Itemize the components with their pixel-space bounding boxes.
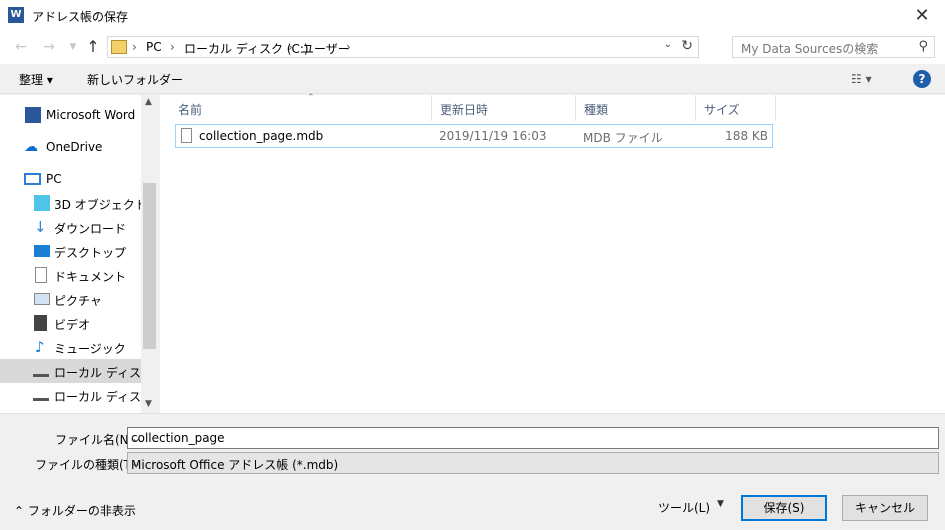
file-size: 188 KB [725, 129, 768, 143]
pc-icon [24, 173, 41, 185]
column-header-type[interactable]: 種類 [576, 95, 696, 121]
window-title: アドレス帳の保存 [32, 10, 129, 24]
nav-item-label: ローカル ディスク (C [54, 366, 141, 380]
download-icon: ↓ [34, 218, 47, 236]
chevron-up-icon: ⌃ [14, 504, 28, 518]
nav-item-label: OneDrive [46, 140, 103, 154]
drive-icon [33, 389, 49, 401]
help-icon[interactable]: ? [913, 70, 931, 88]
breadcrumb-separator-icon: › [170, 40, 175, 54]
nav-item-microsoft-word[interactable]: Microsoft Word [0, 103, 141, 127]
navigation-bar: ← → ▼ ↑ › PC › ローカル ディスク (C:) › ユーザー › ⌄… [0, 31, 945, 64]
nav-item-onedrive[interactable]: ☁ OneDrive [0, 135, 141, 159]
3d-objects-icon [34, 195, 50, 211]
breadcrumb-separator-icon: › [346, 40, 351, 54]
onedrive-icon: ☁ [24, 139, 38, 155]
nav-item-music[interactable]: ♪ ミュージック [0, 335, 141, 359]
folder-location-icon [111, 40, 127, 54]
filename-input[interactable]: collection_page ⌄ [127, 427, 939, 449]
search-placeholder: My Data Sourcesの検索 [741, 42, 879, 56]
filetype-label: ファイルの種類(T): [35, 458, 140, 472]
videos-icon [34, 315, 47, 331]
scroll-up-icon[interactable]: ▲ [145, 97, 152, 107]
nav-item-label: デスクトップ [54, 246, 127, 260]
command-toolbar: 整理 ▾ 新しいフォルダー ☷ ▾ ? [0, 64, 945, 94]
breadcrumb-users[interactable]: ユーザー [302, 40, 350, 57]
new-folder-button[interactable]: 新しいフォルダー [87, 71, 183, 88]
file-date: 2019/11/19 16:03 [439, 129, 547, 143]
nav-item-pictures[interactable]: ピクチャ [0, 287, 141, 311]
nav-item-documents[interactable]: ドキュメント [0, 263, 141, 287]
back-arrow-icon[interactable]: ← [10, 37, 32, 57]
tools-button[interactable]: ツール(L) [658, 499, 710, 516]
word-icon [25, 107, 41, 123]
close-icon[interactable]: ✕ [899, 0, 945, 31]
column-header-label: サイズ [704, 103, 740, 117]
file-icon [181, 128, 192, 143]
breadcrumb-separator-icon: › [288, 40, 293, 54]
save-form: ファイル名(N): collection_page ⌄ ファイルの種類(T): … [0, 413, 945, 530]
cancel-button[interactable]: キャンセル [842, 495, 928, 521]
nav-item-local-disk-d[interactable]: ローカル ディスク (D [0, 383, 141, 407]
nav-item-label: ビデオ [54, 318, 91, 332]
column-header-size[interactable]: サイズ [696, 95, 776, 121]
drive-icon [33, 365, 49, 377]
hide-folders-toggle[interactable]: ⌃ フォルダーの非表示 [14, 502, 136, 519]
filename-label: ファイル名(N): [55, 433, 138, 447]
nav-item-label: ドキュメント [54, 270, 127, 284]
up-arrow-icon[interactable]: ↑ [82, 37, 104, 57]
nav-item-label: PC [46, 172, 62, 186]
file-name: collection_page.mdb [199, 129, 324, 143]
nav-item-videos[interactable]: ビデオ [0, 311, 141, 335]
filetype-dropdown-chevron-icon[interactable]: ⌄ [131, 456, 934, 470]
nav-item-pc[interactable]: PC [0, 167, 141, 191]
nav-item-local-disk-c[interactable]: ローカル ディスク (C [0, 359, 141, 383]
tools-dropdown-icon[interactable]: ▼ [717, 499, 724, 509]
nav-item-label: ミュージック [54, 342, 126, 356]
nav-item-label: ダウンロード [54, 222, 127, 236]
nav-item-downloads[interactable]: ↓ ダウンロード [0, 215, 141, 239]
scrollbar-thumb[interactable] [143, 183, 156, 349]
column-header-date[interactable]: 更新日時 [432, 95, 576, 121]
music-icon: ♪ [35, 338, 45, 356]
search-box[interactable]: My Data Sourcesの検索 ⚲ [732, 36, 935, 58]
nav-item-desktop[interactable]: デスクトップ [0, 239, 141, 263]
file-type: MDB ファイル [583, 131, 663, 145]
breadcrumb-pc[interactable]: PC [146, 40, 162, 54]
column-header-label: 更新日時 [440, 103, 489, 117]
address-bar[interactable]: › PC › ローカル ディスク (C:) › ユーザー › ⌄ ↻ [107, 36, 699, 58]
nav-item-3d-objects[interactable]: 3D オブジェクト [0, 191, 141, 215]
nav-item-label: Microsoft Word [46, 108, 136, 122]
column-header-label: 種類 [584, 103, 609, 117]
hide-folders-label: フォルダーの非表示 [27, 504, 136, 518]
organize-button[interactable]: 整理 ▾ [19, 71, 53, 88]
view-options-icon[interactable]: ☷ ▾ [851, 72, 872, 86]
nav-item-label: 3D オブジェクト [54, 198, 141, 212]
nav-item-label: ピクチャ [54, 294, 102, 308]
word-icon: W [8, 7, 24, 23]
column-header-label: 名前 [178, 103, 203, 117]
save-button[interactable]: 保存(S) [741, 495, 827, 521]
sort-ascending-icon: ⌃ [307, 93, 315, 103]
pictures-icon [34, 293, 50, 305]
title-bar: W アドレス帳の保存 ✕ [0, 0, 945, 31]
column-header-name[interactable]: 名前 ⌃ [170, 93, 432, 121]
file-list: 名前 ⌃ 更新日時 種類 サイズ collection_page.mdb 201… [160, 93, 945, 413]
documents-icon [35, 267, 47, 283]
search-icon[interactable]: ⚲ [918, 39, 928, 54]
scroll-down-icon[interactable]: ▼ [145, 399, 152, 409]
desktop-icon [34, 245, 50, 257]
address-dropdown-chevron-icon[interactable]: ⌄ [664, 39, 672, 50]
forward-arrow-icon[interactable]: → [38, 37, 60, 57]
nav-scrollbar[interactable]: ▲ ▼ [141, 95, 158, 413]
navigation-pane: Microsoft Word ☁ OneDrive PC 3D オブジェクト ↓… [0, 95, 158, 413]
file-row[interactable]: collection_page.mdb 2019/11/19 16:03 MDB… [175, 124, 773, 148]
filetype-select[interactable]: Microsoft Office アドレス帳 (*.mdb) ⌄ [127, 452, 939, 474]
recent-locations-chevron-icon[interactable]: ▼ [62, 37, 84, 57]
filename-dropdown-chevron-icon[interactable]: ⌄ [131, 431, 934, 445]
refresh-icon[interactable]: ↻ [681, 38, 693, 54]
nav-item-label: ローカル ディスク (D [54, 390, 141, 404]
breadcrumb-separator-icon: › [132, 40, 137, 54]
